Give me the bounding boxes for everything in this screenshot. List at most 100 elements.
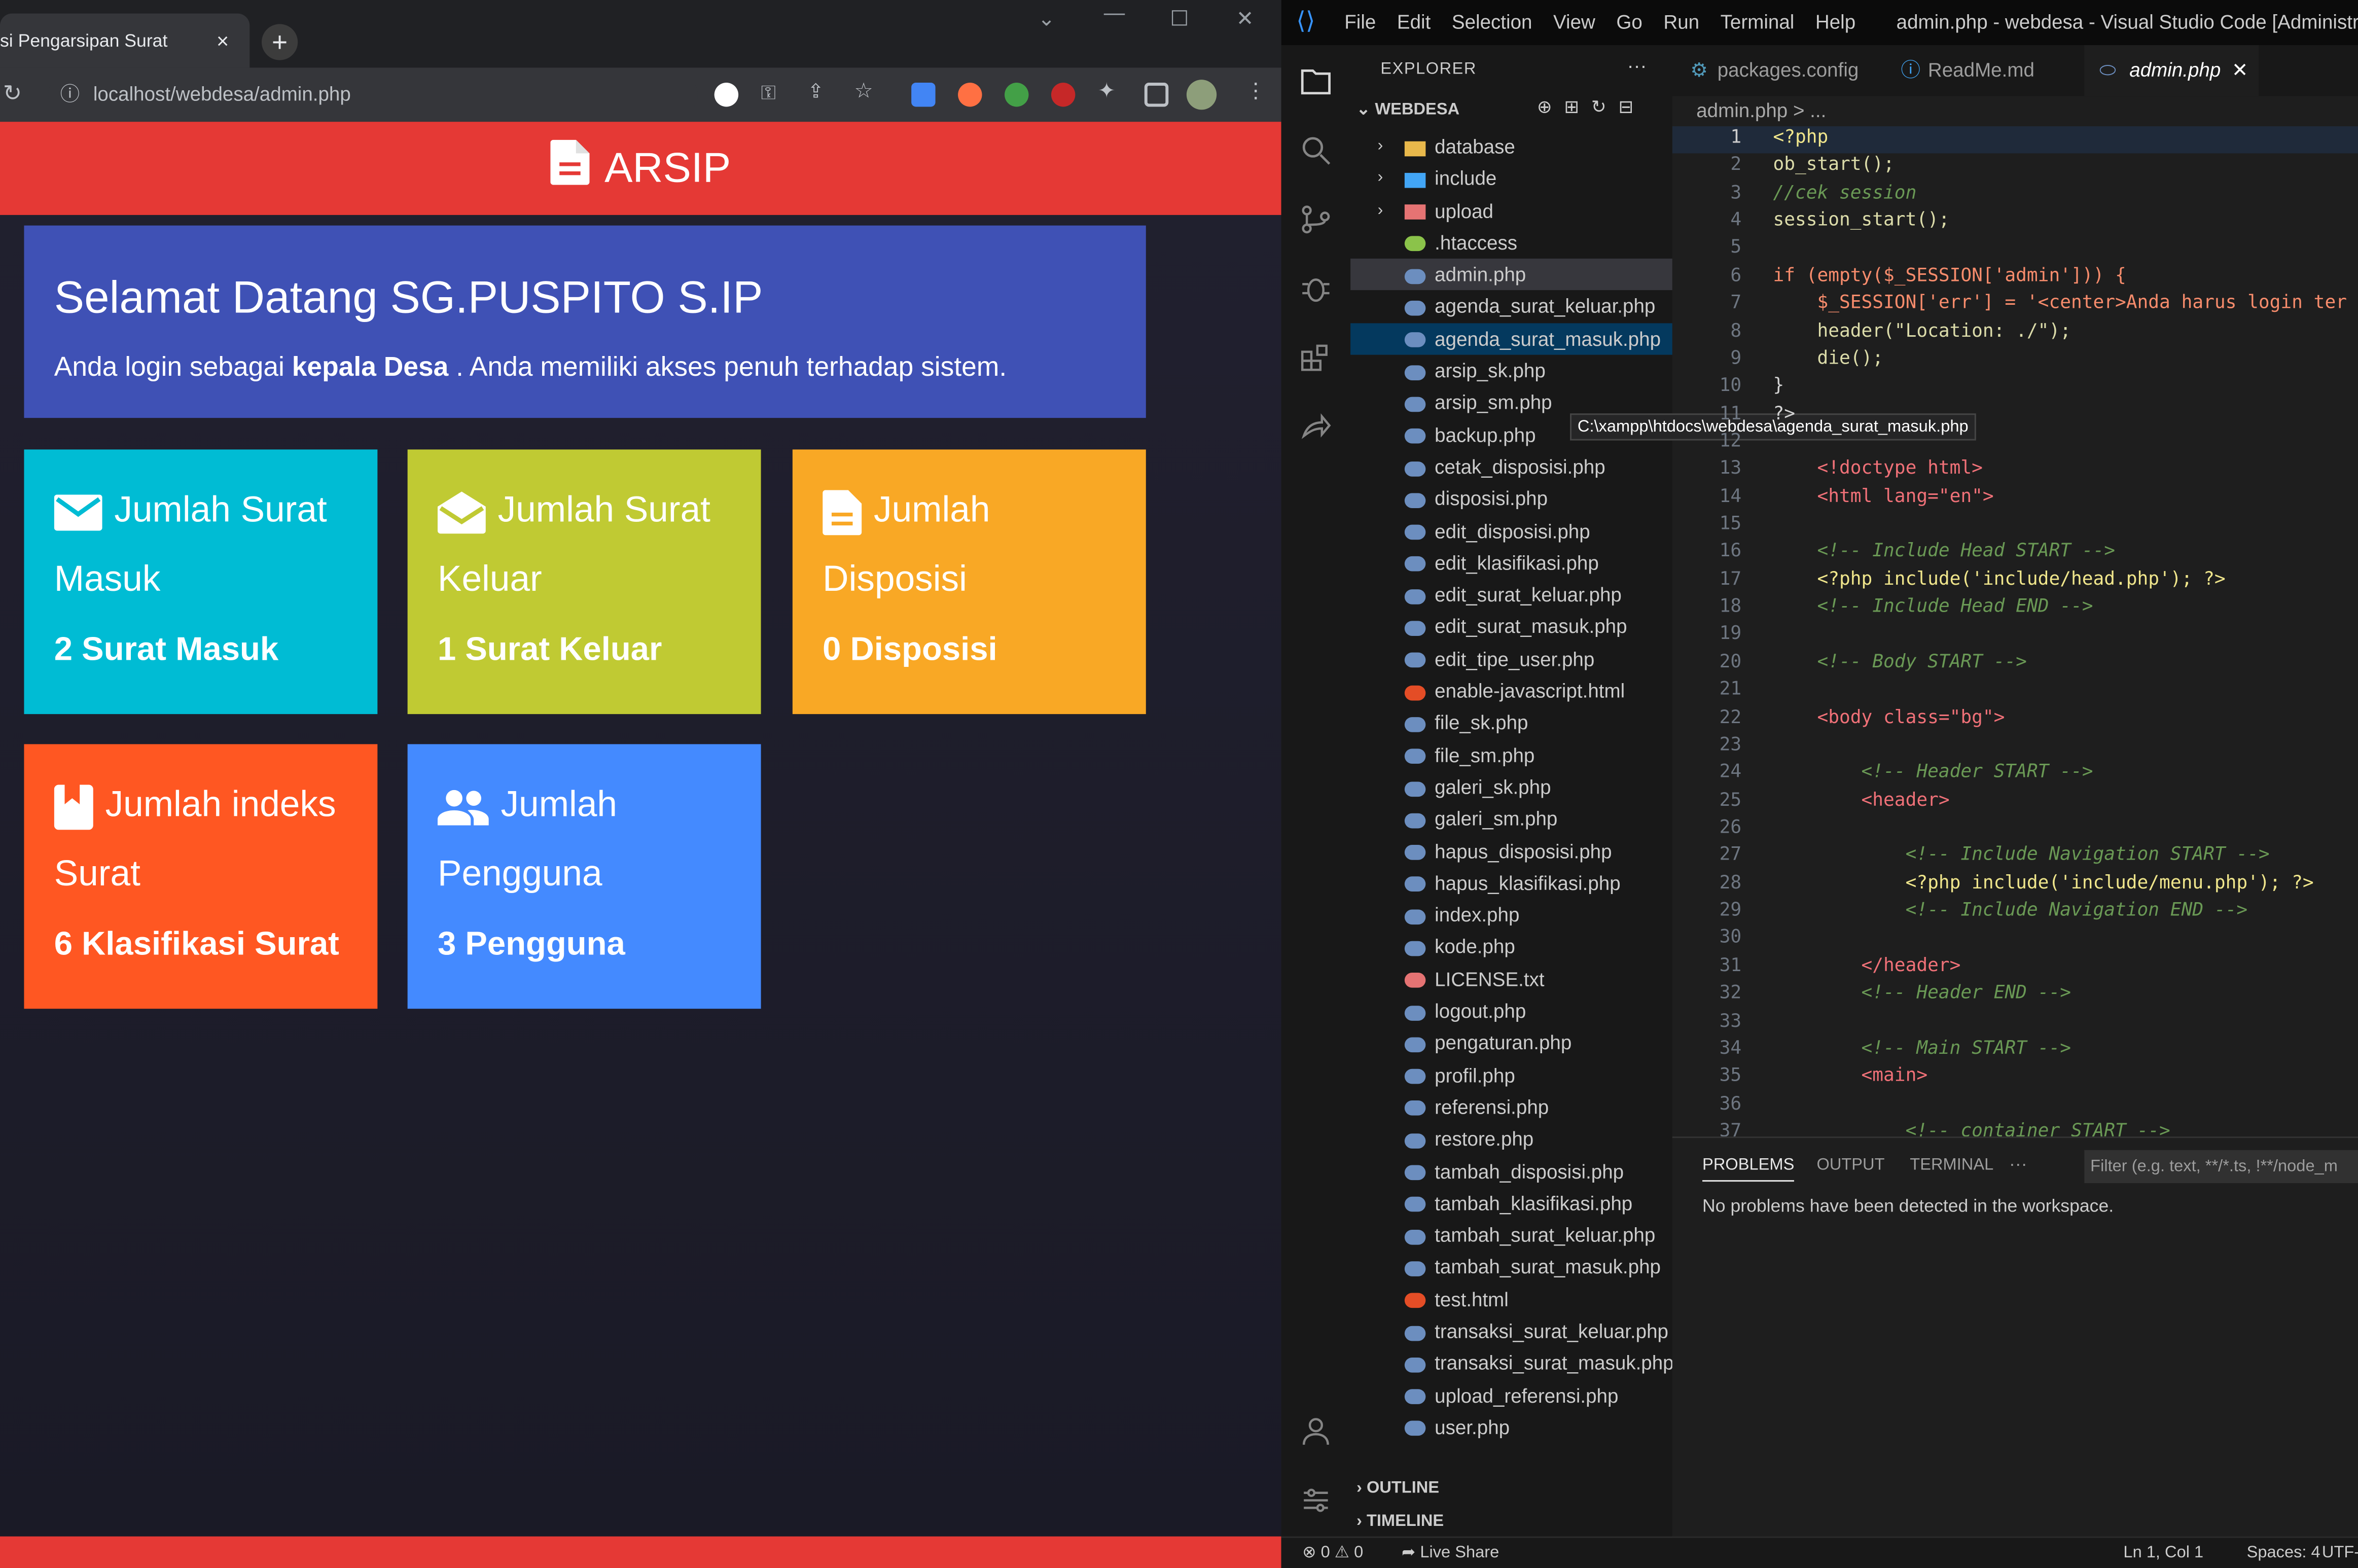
- file-item[interactable]: tambah_klasifikasi.php: [1350, 1187, 1672, 1219]
- address-bar[interactable]: ⓘ localhost/webdesa/admin.php: [48, 74, 698, 116]
- file-item[interactable]: tambah_surat_keluar.php: [1350, 1219, 1672, 1251]
- file-item[interactable]: agenda_surat_masuk.php: [1350, 323, 1672, 355]
- file-item[interactable]: transaksi_surat_keluar.php: [1350, 1315, 1672, 1347]
- file-item[interactable]: hapus_klasifikasi.php: [1350, 867, 1672, 899]
- menu-selection[interactable]: Selection: [1452, 11, 1532, 33]
- file-item[interactable]: edit_disposisi.php: [1350, 515, 1672, 547]
- tab-problems[interactable]: PROBLEMS: [1702, 1156, 1795, 1182]
- tab-output[interactable]: OUTPUT: [1816, 1156, 1884, 1174]
- settings-gear-icon[interactable]: [1298, 1482, 1334, 1518]
- file-item[interactable]: edit_surat_masuk.php: [1350, 611, 1672, 643]
- menu-help[interactable]: Help: [1815, 11, 1855, 33]
- menu-view[interactable]: View: [1553, 11, 1595, 33]
- close-tab-icon[interactable]: ×: [217, 14, 229, 68]
- file-item[interactable]: edit_surat_keluar.php: [1350, 579, 1672, 611]
- indentation[interactable]: Spaces: 4: [2247, 1538, 2320, 1568]
- extensions-icon[interactable]: [1298, 340, 1334, 376]
- folder-item[interactable]: › database: [1350, 131, 1672, 163]
- explorer-icon[interactable]: [1298, 63, 1334, 99]
- tab-terminal[interactable]: TERMINAL: [1910, 1156, 1993, 1174]
- file-item[interactable]: galeri_sk.php: [1350, 771, 1672, 803]
- more-actions-icon[interactable]: ···: [1627, 54, 1647, 77]
- puzzle-icon[interactable]: ✦: [1098, 78, 1122, 102]
- card-surat-masuk[interactable]: Jumlah Surat Masuk 2 Surat Masuk: [24, 449, 378, 715]
- outline-section[interactable]: › OUTLINE: [1356, 1479, 1439, 1498]
- workspace-header[interactable]: ⌄ WEBDESA: [1356, 99, 1459, 119]
- star-icon[interactable]: ☆: [854, 78, 878, 102]
- file-item[interactable]: restore.php: [1350, 1123, 1672, 1155]
- timeline-section[interactable]: › TIMELINE: [1356, 1512, 1444, 1530]
- file-item[interactable]: pengaturan.php: [1350, 1027, 1672, 1059]
- kebab-menu-icon[interactable]: ⋮: [1245, 78, 1269, 102]
- translate-extension-icon[interactable]: [911, 83, 936, 107]
- reload-icon[interactable]: ↻: [3, 80, 22, 106]
- file-item[interactable]: admin.php: [1350, 259, 1672, 291]
- side-panel-icon[interactable]: [1144, 83, 1169, 107]
- tab-search-icon[interactable]: ⌄: [1038, 6, 1055, 31]
- tab-packages-config[interactable]: ⚙ packages.config: [1672, 45, 1883, 96]
- window-close-icon[interactable]: ✕: [1236, 6, 1254, 31]
- panel-more-icon[interactable]: ···: [2009, 1153, 2027, 1174]
- source-control-icon[interactable]: [1298, 201, 1334, 237]
- file-item[interactable]: referensi.php: [1350, 1091, 1672, 1123]
- problems-count[interactable]: ⊗ 0 ⚠ 0: [1302, 1538, 1363, 1568]
- menu-file[interactable]: File: [1344, 11, 1376, 33]
- file-item[interactable]: logout.php: [1350, 995, 1672, 1027]
- file-item[interactable]: arsip_sk.php: [1350, 355, 1672, 387]
- code-editor[interactable]: 1 <?php 2 ob_start(); 3 //cek session 4 session…: [1672, 126, 2358, 1136]
- file-item[interactable]: upload_referensi.php: [1350, 1379, 1672, 1411]
- extension-green-icon[interactable]: [1005, 83, 1029, 107]
- card-klasifikasi[interactable]: Jumlah indeks Surat 6 Klasifikasi Surat: [24, 744, 378, 1009]
- ublock-icon[interactable]: [1051, 83, 1076, 107]
- breadcrumb[interactable]: admin.php > ...: [1672, 96, 2358, 126]
- file-item[interactable]: index.php: [1350, 899, 1672, 931]
- file-item[interactable]: galeri_sm.php: [1350, 803, 1672, 835]
- extension-orange-icon[interactable]: [958, 83, 982, 107]
- live-share-icon[interactable]: [1298, 409, 1334, 445]
- problems-filter-input[interactable]: Filter (e.g. text, **/*.ts, !**/node_m: [2084, 1150, 2358, 1184]
- card-surat-keluar[interactable]: Jumlah Surat Keluar 1 Surat Keluar: [407, 449, 761, 715]
- file-item[interactable]: disposisi.php: [1350, 483, 1672, 515]
- file-item[interactable]: LICENSE.txt: [1350, 963, 1672, 995]
- file-item[interactable]: test.html: [1350, 1284, 1672, 1315]
- encoding[interactable]: UTF-: [2322, 1538, 2358, 1568]
- avatar[interactable]: [1186, 80, 1217, 110]
- folder-item[interactable]: › include: [1350, 163, 1672, 195]
- close-tab-icon[interactable]: ✕: [2232, 45, 2248, 96]
- file-item[interactable]: file_sm.php: [1350, 739, 1672, 771]
- tab-readme[interactable]: ⓘ ReadMe.md: [1883, 45, 2084, 96]
- live-share-status[interactable]: ➦ Live Share: [1402, 1538, 1499, 1568]
- file-item[interactable]: hapus_disposisi.php: [1350, 835, 1672, 867]
- card-disposisi[interactable]: Jumlah Disposisi 0 Disposisi: [792, 449, 1146, 715]
- file-item[interactable]: file_sk.php: [1350, 707, 1672, 739]
- file-item[interactable]: profil.php: [1350, 1059, 1672, 1091]
- file-item[interactable]: enable-javascript.html: [1350, 675, 1672, 707]
- new-tab-button[interactable]: +: [262, 24, 298, 60]
- folder-item[interactable]: › upload: [1350, 195, 1672, 227]
- share-icon[interactable]: ⇪: [808, 80, 832, 103]
- menu-go[interactable]: Go: [1616, 11, 1642, 33]
- file-item[interactable]: edit_klasifikasi.php: [1350, 547, 1672, 579]
- site-info-icon[interactable]: ⓘ: [60, 74, 80, 116]
- account-icon[interactable]: [1298, 1413, 1334, 1449]
- file-item[interactable]: kode.php: [1350, 931, 1672, 963]
- file-item[interactable]: tambah_disposisi.php: [1350, 1155, 1672, 1187]
- menu-edit[interactable]: Edit: [1397, 11, 1431, 33]
- key-icon[interactable]: ⚿: [761, 81, 785, 105]
- maximize-icon[interactable]: ☐: [1170, 6, 1189, 31]
- cursor-position[interactable]: Ln 1, Col 1: [2123, 1538, 2203, 1568]
- tab-admin-php[interactable]: ⬭ admin.php ✕: [2084, 45, 2259, 96]
- minimize-icon[interactable]: —: [1104, 0, 1125, 24]
- explorer-actions[interactable]: ⊕⊞↻⊟: [1537, 96, 1646, 118]
- card-pengguna[interactable]: Jumlah Pengguna 3 Pengguna: [407, 744, 761, 1009]
- google-icon[interactable]: [714, 83, 739, 107]
- file-item[interactable]: tambah_surat_masuk.php: [1350, 1252, 1672, 1284]
- file-item[interactable]: edit_tipe_user.php: [1350, 643, 1672, 675]
- search-icon[interactable]: [1298, 132, 1334, 168]
- file-item[interactable]: transaksi_surat_masuk.php: [1350, 1347, 1674, 1379]
- file-item[interactable]: user.php: [1350, 1411, 1672, 1443]
- menu-run[interactable]: Run: [1663, 11, 1699, 33]
- debug-icon[interactable]: [1298, 271, 1334, 307]
- file-item[interactable]: agenda_surat_keluar.php: [1350, 291, 1672, 323]
- file-item[interactable]: cetak_disposisi.php: [1350, 451, 1672, 483]
